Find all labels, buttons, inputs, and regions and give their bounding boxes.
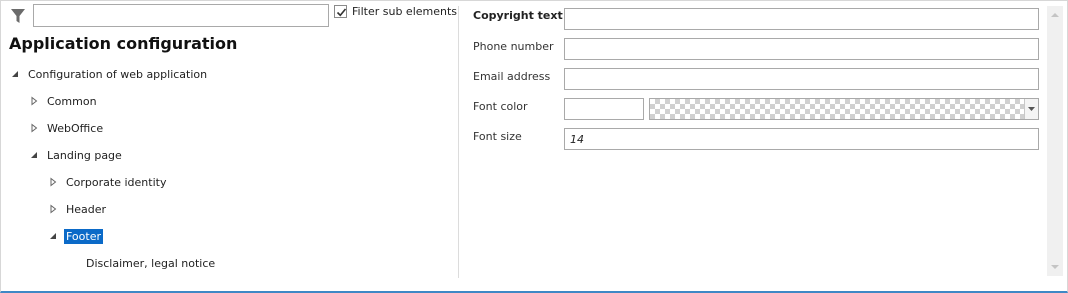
scroll-down-icon[interactable] — [1051, 265, 1059, 269]
phone-number-label: Phone number — [473, 40, 554, 53]
chevron-down-icon[interactable] — [1024, 99, 1038, 119]
tree-item-label: Configuration of web application — [28, 67, 208, 81]
page-title: Application configuration — [9, 34, 238, 53]
collapsed-arrow-icon[interactable] — [48, 204, 58, 214]
filter-input[interactable] — [33, 4, 329, 27]
filter-sub-elements-label[interactable]: Filter sub elements — [352, 5, 457, 18]
scroll-up-icon[interactable] — [1051, 13, 1059, 17]
tree-item-root[interactable]: Configuration of web application — [10, 66, 207, 82]
phone-number-field[interactable] — [564, 38, 1039, 60]
filter-icon[interactable] — [9, 7, 27, 25]
filter-sub-elements-checkbox[interactable] — [334, 5, 347, 18]
font-color-picker[interactable] — [649, 98, 1039, 120]
tree-item-label: Common — [47, 94, 97, 108]
tree-item-weboffice[interactable]: WebOffice — [29, 120, 103, 136]
expanded-arrow-icon[interactable] — [29, 150, 39, 160]
email-address-label: Email address — [473, 70, 551, 83]
tree-item-label-selected: Footer — [64, 228, 103, 244]
collapsed-arrow-icon[interactable] — [29, 96, 39, 106]
collapsed-arrow-icon[interactable] — [29, 123, 39, 133]
font-color-label: Font color — [473, 100, 528, 113]
copyright-text-label: Copyright text — [473, 9, 563, 22]
tree-item-common[interactable]: Common — [29, 93, 97, 109]
tree-item-disclaimer[interactable]: Disclaimer, legal notice — [68, 255, 215, 271]
checkmark-icon — [336, 8, 347, 17]
expanded-arrow-icon[interactable] — [10, 69, 20, 79]
tree-item-footer[interactable]: Footer — [48, 228, 103, 244]
font-size-label: Font size — [473, 130, 522, 143]
tree-item-landing-page[interactable]: Landing page — [29, 147, 122, 163]
tree-item-label: Landing page — [47, 148, 122, 162]
email-address-field[interactable] — [564, 68, 1039, 90]
font-color-field[interactable] — [564, 98, 644, 120]
tree-item-header[interactable]: Header — [48, 201, 106, 217]
copyright-text-field[interactable] — [564, 8, 1039, 30]
tree-item-label: WebOffice — [47, 121, 104, 135]
pane-divider[interactable] — [458, 6, 459, 278]
font-size-field[interactable] — [564, 128, 1039, 150]
filter-sub-elements-option[interactable]: Filter sub elements — [334, 5, 457, 18]
expanded-arrow-icon[interactable] — [48, 231, 58, 241]
tree-item-label: Header — [66, 202, 107, 216]
tree-item-corporate-identity[interactable]: Corporate identity — [48, 174, 166, 190]
tree-item-label: Corporate identity — [66, 175, 167, 189]
tree-item-label: Disclaimer, legal notice — [86, 256, 216, 270]
collapsed-arrow-icon[interactable] — [48, 177, 58, 187]
vertical-scrollbar[interactable] — [1047, 6, 1063, 276]
